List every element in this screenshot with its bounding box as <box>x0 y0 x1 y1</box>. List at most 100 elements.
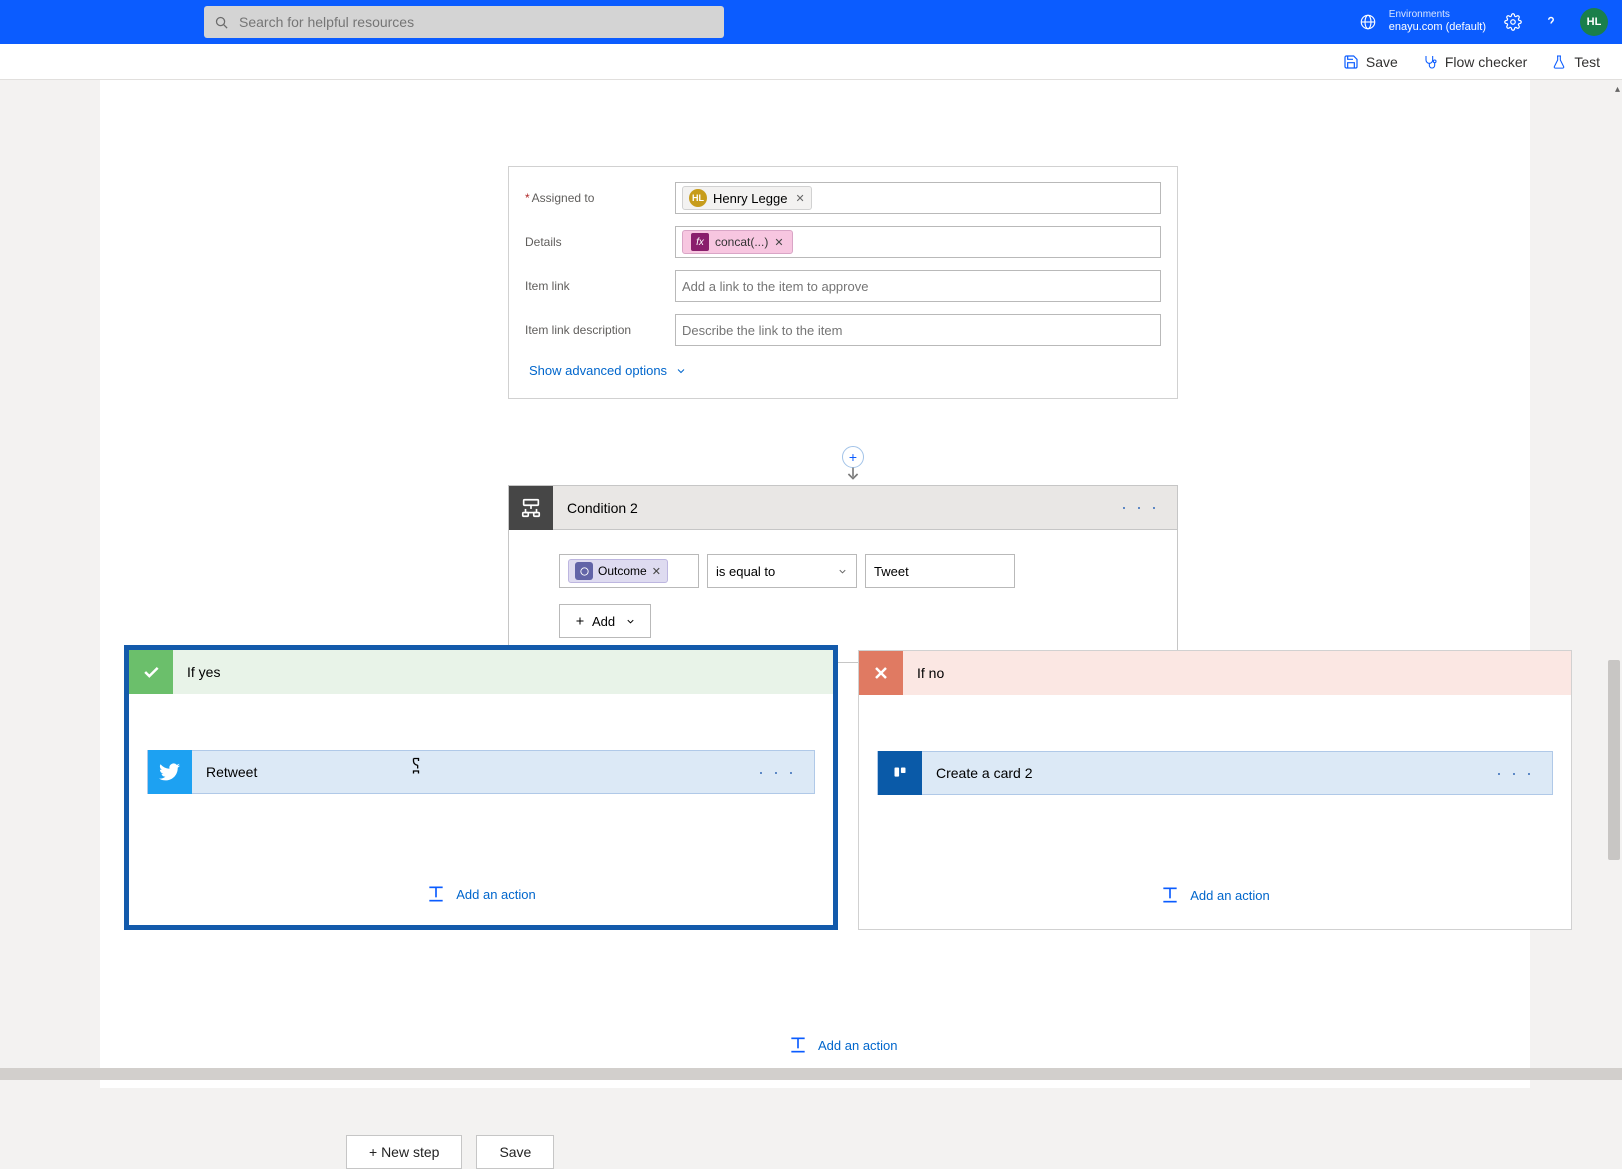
item-link-desc-label: Item link description <box>525 323 675 337</box>
item-link-input[interactable] <box>682 279 1154 294</box>
show-advanced-options[interactable]: Show advanced options <box>529 363 1161 378</box>
add-action-icon <box>788 1035 808 1055</box>
stethoscope-icon <box>1422 54 1438 70</box>
if-no-icon-box <box>859 651 903 695</box>
scrollbar-thumb[interactable] <box>1608 660 1620 860</box>
user-avatar[interactable]: HL <box>1580 8 1608 36</box>
create-card-menu[interactable]: · · · <box>1478 763 1552 784</box>
assigned-to-field[interactable]: HL Henry Legge ✕ <box>675 182 1161 214</box>
if-no-branch: If no Create a card 2 · · · Add an actio… <box>858 650 1572 930</box>
condition-title: Condition 2 <box>553 500 1103 516</box>
add-action-icon <box>426 884 446 904</box>
top-bar: Environments enayu.com (default) HL <box>0 0 1622 44</box>
condition-icon-box <box>509 486 553 530</box>
scroll-up-arrow[interactable]: ▴ <box>1615 84 1620 95</box>
details-label: Details <box>525 235 675 249</box>
retweet-action[interactable]: Retweet · · · <box>147 750 815 794</box>
fx-text: concat(...) <box>715 235 768 249</box>
help-icon <box>1542 13 1560 31</box>
condition-value-field[interactable]: Tweet <box>865 554 1015 588</box>
remove-fx-icon[interactable]: ✕ <box>774 236 783 249</box>
scrollbar-track[interactable]: ▴ <box>1606 80 1622 1080</box>
environment-label: Environments <box>1389 9 1486 21</box>
save-icon <box>1343 54 1359 70</box>
condition-icon <box>520 497 542 519</box>
help-button[interactable] <box>1542 13 1560 31</box>
remove-person-icon[interactable]: ✕ <box>795 192 804 205</box>
mouse-cursor-icon <box>406 756 426 781</box>
approval-step: *Assigned to HL Henry Legge ✕ Details fx… <box>508 166 1178 399</box>
create-card-action[interactable]: Create a card 2 · · · <box>877 751 1553 795</box>
if-no-title: If no <box>903 665 944 681</box>
chevron-down-icon <box>625 616 636 627</box>
assigned-to-label: *Assigned to <box>525 191 675 205</box>
settings-button[interactable] <box>1504 13 1522 31</box>
item-link-label: Item link <box>525 279 675 293</box>
item-link-desc-input[interactable] <box>682 323 1154 338</box>
insert-step-button[interactable]: + <box>842 446 864 468</box>
twitter-icon <box>159 761 181 783</box>
command-bar: Save Flow checker Test <box>0 44 1622 80</box>
if-yes-title: If yes <box>173 664 220 680</box>
item-link-desc-field[interactable] <box>675 314 1161 346</box>
flask-icon <box>1551 54 1567 70</box>
flow-checker-label: Flow checker <box>1445 54 1527 70</box>
remove-outcome-icon[interactable]: ✕ <box>652 565 661 578</box>
plus-icon <box>574 615 586 627</box>
canvas: ▴ *Assigned to HL Henry Legge ✕ Details … <box>0 80 1622 1080</box>
trello-icon <box>889 762 911 784</box>
create-card-title: Create a card 2 <box>922 765 1478 781</box>
add-action-yes[interactable]: Add an action <box>129 884 833 904</box>
connector: + <box>838 446 868 481</box>
taskbar <box>0 1068 1622 1080</box>
environment-icon <box>1359 13 1377 31</box>
outcome-token-icon <box>575 562 593 580</box>
condition-header[interactable]: Condition 2 · · · <box>509 486 1177 530</box>
condition-step: Condition 2 · · · Outcome ✕ is equal to <box>508 485 1178 663</box>
if-yes-icon-box <box>129 650 173 694</box>
person-name: Henry Legge <box>713 191 787 206</box>
retweet-title: Retweet <box>192 764 740 780</box>
if-yes-header[interactable]: If yes <box>129 650 833 694</box>
details-field[interactable]: fx concat(...) ✕ <box>675 226 1161 258</box>
trello-icon-box <box>878 751 922 795</box>
person-avatar-icon: HL <box>689 189 707 207</box>
search-input[interactable] <box>239 14 714 30</box>
condition-menu[interactable]: · · · <box>1103 497 1177 518</box>
item-link-field[interactable] <box>675 270 1161 302</box>
arrow-down-icon <box>842 467 864 481</box>
add-action-bottom[interactable]: Add an action <box>788 1035 898 1055</box>
gear-icon <box>1504 13 1522 31</box>
if-no-header[interactable]: If no <box>859 651 1571 695</box>
if-yes-branch: If yes Retweet · · · Add an action <box>124 645 838 930</box>
environment-picker[interactable]: Environments enayu.com (default) <box>1359 9 1486 34</box>
x-icon <box>871 663 891 683</box>
environment-value: enayu.com (default) <box>1389 21 1486 34</box>
save-label: Save <box>1366 54 1398 70</box>
add-action-no[interactable]: Add an action <box>859 885 1571 905</box>
search-box[interactable] <box>204 6 724 38</box>
chevron-down-icon <box>837 566 848 577</box>
twitter-icon-box <box>148 750 192 794</box>
footer-save-button[interactable]: Save <box>476 1135 554 1169</box>
save-command[interactable]: Save <box>1343 54 1398 70</box>
fx-icon: fx <box>691 233 709 251</box>
fx-token[interactable]: fx concat(...) ✕ <box>682 230 793 254</box>
condition-left-field[interactable]: Outcome ✕ <box>559 554 699 588</box>
add-action-icon <box>1160 885 1180 905</box>
add-condition-button[interactable]: Add <box>559 604 651 638</box>
test-label: Test <box>1574 54 1600 70</box>
retweet-menu[interactable]: · · · <box>740 762 814 783</box>
test-command[interactable]: Test <box>1551 54 1600 70</box>
search-icon <box>214 15 229 30</box>
chevron-down-icon <box>675 365 687 377</box>
outcome-token[interactable]: Outcome ✕ <box>568 559 668 583</box>
outcome-token-text: Outcome <box>598 564 647 578</box>
footer-buttons: + New step Save <box>346 1135 554 1169</box>
person-token[interactable]: HL Henry Legge ✕ <box>682 186 812 210</box>
check-icon <box>141 662 161 682</box>
new-step-button[interactable]: + New step <box>346 1135 462 1169</box>
condition-operator[interactable]: is equal to <box>707 554 857 588</box>
flow-checker-command[interactable]: Flow checker <box>1422 54 1527 70</box>
condition-row: Outcome ✕ is equal to Tweet <box>559 554 1127 588</box>
